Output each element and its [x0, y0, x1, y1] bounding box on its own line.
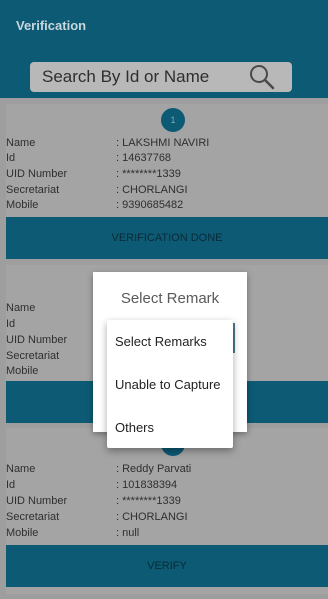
option-others[interactable]: Others: [115, 420, 154, 435]
serial-badge: 1: [161, 108, 185, 132]
id-label: Id: [6, 152, 16, 164]
id-value: : 14637768: [116, 152, 172, 164]
mobile-value: : 9390685482: [116, 199, 184, 211]
remark-options-menu: Select Remarks Unable to Capture Others: [107, 320, 233, 448]
dropdown-edge: [233, 323, 235, 353]
id-value: : 101838394: [116, 479, 178, 491]
uid-label: UID Number: [6, 168, 68, 180]
verification-done-button[interactable]: VERIFICATION DONE: [6, 217, 328, 259]
uid-value: : ********1339: [116, 495, 181, 507]
id-label: Id: [6, 318, 16, 330]
name-label: Name: [6, 463, 36, 475]
option-select-remarks[interactable]: Select Remarks: [115, 334, 207, 349]
secretariat-value: : CHORLANGI: [116, 511, 188, 523]
name-value: : Reddy Parvati: [116, 463, 192, 475]
id-label: Id: [6, 479, 16, 491]
dialog-title: Select Remark: [120, 290, 220, 307]
option-unable-to-capture[interactable]: Unable to Capture: [115, 377, 221, 392]
secretariat-label: Secretariat: [6, 511, 60, 523]
uid-label: UID Number: [6, 334, 68, 346]
search-input[interactable]: Search By Id or Name: [30, 62, 292, 92]
mobile-label: Mobile: [6, 365, 39, 377]
name-label: Name: [6, 137, 36, 149]
name-label: Name: [6, 302, 36, 314]
name-value: : LAKSHMI NAVIRI: [116, 137, 210, 149]
verify-button[interactable]: VERIFY: [6, 545, 328, 587]
search-placeholder: Search By Id or Name: [42, 67, 210, 86]
mobile-label: Mobile: [6, 199, 39, 211]
app-header: Verification Search By Id or Name: [0, 0, 328, 98]
secretariat-label: Secretariat: [6, 350, 60, 362]
page-title: Verification: [16, 18, 87, 33]
mobile-label: Mobile: [6, 527, 39, 539]
uid-value: : ********1339: [116, 168, 181, 180]
verification-screen: Verification Search By Id or Name 1 Name…: [0, 0, 328, 599]
secretariat-value: : CHORLANGI: [116, 184, 188, 196]
uid-label: UID Number: [6, 495, 68, 507]
mobile-value: : null: [116, 527, 140, 539]
search-icon[interactable]: [248, 63, 276, 91]
secretariat-label: Secretariat: [6, 184, 60, 196]
